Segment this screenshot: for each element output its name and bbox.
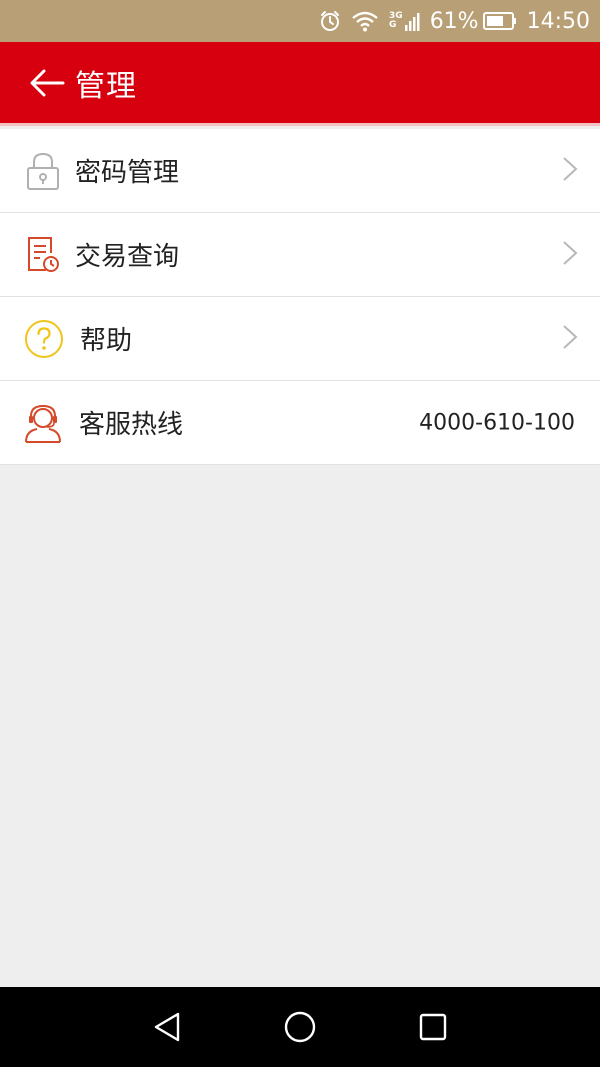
chevron-right-icon xyxy=(562,324,578,354)
menu-item-label: 客服热线 xyxy=(79,410,184,440)
menu-item-label: 密码管理 xyxy=(75,158,180,188)
help-icon xyxy=(24,319,64,359)
transaction-record-icon xyxy=(23,235,63,275)
nav-back-button[interactable] xyxy=(137,997,197,1057)
back-button[interactable] xyxy=(25,61,69,105)
menu-item-transactions[interactable]: 交易查询 xyxy=(0,213,600,297)
battery-percent: 61% xyxy=(429,8,479,34)
back-arrow-icon xyxy=(30,69,65,96)
menu-list: 密码管理 交易查询 帮助 客服热线 4000-610-100 xyxy=(0,129,600,465)
menu-item-customer-hotline[interactable]: 客服热线 4000-610-100 xyxy=(0,381,600,465)
menu-item-help[interactable]: 帮助 xyxy=(0,297,600,381)
home-nav-icon xyxy=(284,1011,316,1043)
chevron-right-icon xyxy=(562,240,578,270)
hotline-number[interactable]: 4000-610-100 xyxy=(419,410,575,435)
alarm-icon xyxy=(319,10,341,32)
battery-icon xyxy=(482,11,517,31)
menu-item-label: 交易查询 xyxy=(75,242,180,272)
status-bar: 3G G 61% 14:50 xyxy=(0,0,600,42)
wifi-icon xyxy=(351,10,379,32)
menu-item-label: 帮助 xyxy=(80,326,133,356)
network-type-bottom: G xyxy=(389,20,397,30)
signal-icon: 3G G xyxy=(389,10,420,32)
clock: 14:50 xyxy=(526,8,590,34)
back-nav-icon xyxy=(154,1012,179,1042)
page-title: 管理 xyxy=(75,68,137,104)
navigation-bar xyxy=(0,987,600,1067)
menu-item-password[interactable]: 密码管理 xyxy=(0,129,600,213)
chevron-right-icon xyxy=(562,156,578,186)
lock-icon xyxy=(23,151,63,191)
customer-service-icon xyxy=(23,403,63,443)
nav-home-button[interactable] xyxy=(270,997,330,1057)
nav-recents-button[interactable] xyxy=(403,997,463,1057)
recents-nav-icon xyxy=(420,1013,447,1041)
app-bar: 管理 xyxy=(0,42,600,126)
